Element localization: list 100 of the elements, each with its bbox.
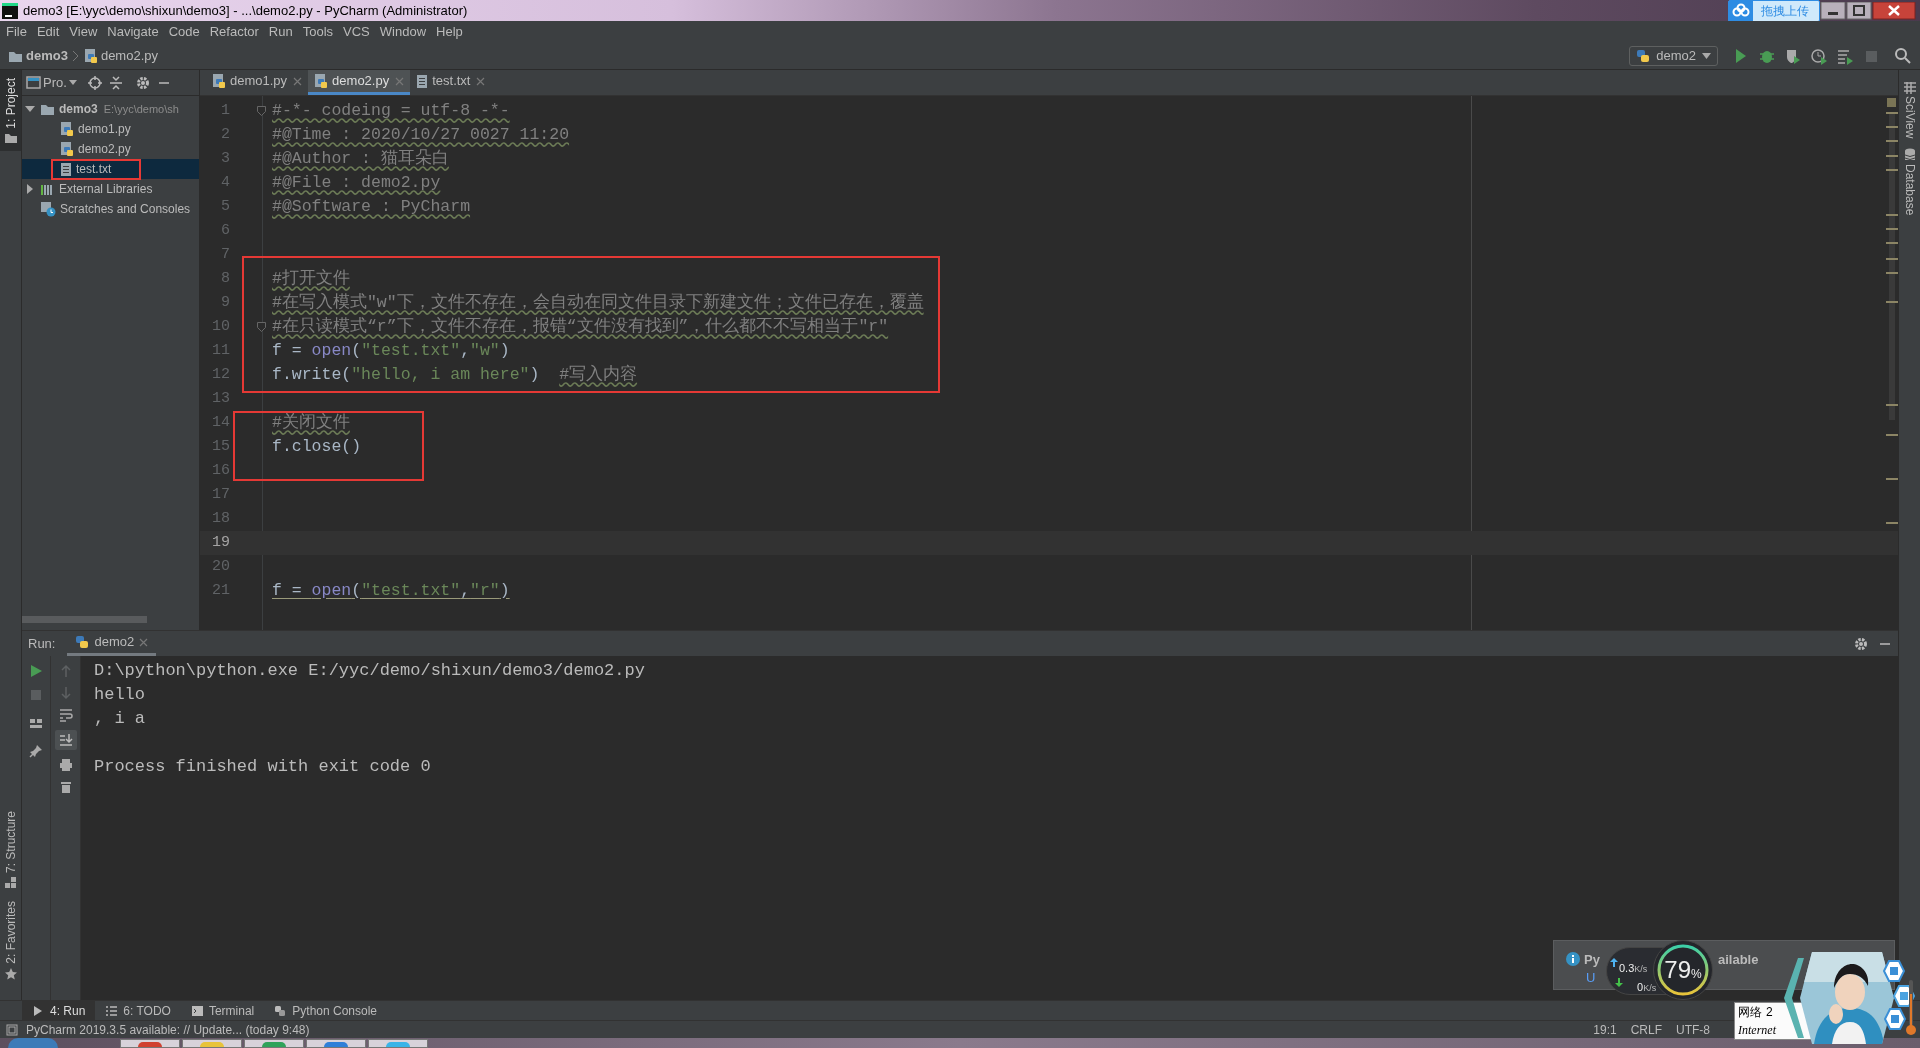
- shield-play-icon[interactable]: [1784, 47, 1802, 65]
- code-line: f = open("test.txt","r"): [272, 579, 510, 602]
- layout-icon[interactable]: [29, 716, 43, 730]
- update-link[interactable]: U: [1586, 968, 1596, 988]
- console-output-line: Process finished with exit code 0: [94, 756, 432, 778]
- speed-unit: K/s: [1634, 964, 1648, 974]
- panel-icon: [26, 76, 41, 89]
- tool-window-tab[interactable]: Python Console: [264, 1001, 388, 1020]
- menu-item[interactable]: Window: [379, 22, 427, 42]
- minimize-icon[interactable]: [1820, 1, 1846, 20]
- menu-item[interactable]: Refactor: [209, 22, 259, 42]
- trash-icon[interactable]: [58, 780, 73, 794]
- upload-speed: 0.3: [1619, 962, 1635, 974]
- tree-item[interactable]: External Libraries: [22, 179, 199, 199]
- fold-marker-icon[interactable]: [257, 322, 266, 332]
- menu-item[interactable]: Code: [168, 22, 200, 42]
- run-label: Run:: [28, 634, 56, 653]
- editor-tab[interactable]: demo1.py: [206, 70, 309, 95]
- tool-window-tab[interactable]: SciView: [1900, 82, 1919, 139]
- run-icon[interactable]: [29, 664, 43, 678]
- breadcrumb-item[interactable]: demo3: [26, 46, 68, 66]
- menu-item[interactable]: View: [69, 22, 98, 42]
- menu-item[interactable]: File: [6, 22, 27, 42]
- line-number: 12: [211, 364, 230, 385]
- status-message[interactable]: PyCharm 2019.3.5 available: // Update... (today 9:48): [26, 1020, 310, 1039]
- crosshair-icon[interactable]: [87, 75, 102, 90]
- soft-wrap-icon[interactable]: [58, 708, 73, 722]
- status-item[interactable]: UTF-8: [1676, 1020, 1710, 1039]
- list-icon: [105, 1004, 119, 1017]
- text-file-icon: [60, 161, 72, 177]
- code-line: #@Time : 2020/10/27 0027 11:20: [272, 123, 570, 146]
- pin-icon[interactable]: [29, 744, 43, 758]
- scrollbar-thumb[interactable]: [22, 615, 147, 623]
- close-icon[interactable]: [1872, 1, 1916, 20]
- scrollbar-thumb[interactable]: [1889, 112, 1895, 420]
- code-line: f.close(): [272, 435, 362, 458]
- line-number: 7: [220, 244, 230, 265]
- grid-icon: [1903, 82, 1916, 94]
- code-line: #在只读模式“r”下，文件不存在，报错“文件没有找到”，什么都不不写相当于"r": [272, 315, 889, 338]
- taskbar-button[interactable]: [306, 1039, 366, 1048]
- menu-item[interactable]: Tools: [302, 22, 334, 42]
- menu-item[interactable]: Help: [436, 22, 463, 42]
- tree-item[interactable]: demo2.py: [22, 139, 199, 159]
- expand-arrow-icon[interactable]: [24, 104, 36, 114]
- tool-window-tab[interactable]: 7: Structure: [0, 805, 21, 896]
- taskbar-button[interactable]: [244, 1039, 304, 1048]
- python-file-icon: [314, 73, 329, 89]
- clock-play-icon[interactable]: [1810, 47, 1828, 65]
- tool-window-tab[interactable]: 4: Run: [22, 1001, 96, 1020]
- status-item[interactable]: CRLF: [1630, 1020, 1662, 1039]
- line-number: 9: [220, 292, 230, 313]
- menu-item[interactable]: VCS: [343, 22, 370, 42]
- breadcrumb-item[interactable]: demo2.py: [100, 46, 158, 66]
- tree-item[interactable]: Scratches and Consoles: [22, 199, 199, 219]
- taskbar-button[interactable]: [182, 1039, 242, 1048]
- run-configuration-dropdown[interactable]: demo2: [1629, 46, 1718, 66]
- fold-marker-icon[interactable]: [257, 106, 266, 116]
- code-line: #打开文件: [272, 267, 350, 290]
- menu-item[interactable]: Run: [268, 22, 293, 42]
- stop-icon[interactable]: [29, 688, 43, 702]
- panel-toggle-icon[interactable]: [6, 1023, 18, 1036]
- tool-window-tab[interactable]: 2: Favorites: [0, 895, 21, 986]
- editor-tab[interactable]: demo2.py: [308, 70, 411, 95]
- tool-window-tab[interactable]: 6: TODO: [95, 1001, 181, 1020]
- console-output-line: D:\python\python.exe E:/yyc/demo/shixun/demo3/demo2.py: [94, 660, 646, 682]
- editor-tab[interactable]: test.txt: [410, 70, 492, 95]
- search-icon[interactable]: [1894, 47, 1912, 65]
- console-output-line: hello: [94, 684, 146, 706]
- settings-icon[interactable]: [135, 75, 150, 90]
- tree-item[interactable]: demo1.py: [22, 119, 199, 139]
- menu-item[interactable]: Edit: [36, 22, 60, 42]
- tool-window-tab[interactable]: Database: [1900, 148, 1919, 216]
- list-play-icon[interactable]: [1836, 47, 1854, 65]
- scroll-to-end-icon[interactable]: [54, 730, 77, 750]
- folder-icon: [40, 102, 55, 116]
- line-number: 13: [211, 388, 230, 409]
- menu-item[interactable]: Navigate: [107, 22, 159, 42]
- start-button[interactable]: [8, 1038, 58, 1048]
- taskbar-button[interactable]: [120, 1039, 180, 1048]
- code-line: #@Author : 猫耳朵白: [272, 147, 449, 170]
- tree-item[interactable]: demo3 E:\yyc\demo\sh: [22, 99, 199, 119]
- print-icon[interactable]: [58, 758, 73, 772]
- status-item[interactable]: 19:1: [1593, 1020, 1617, 1039]
- tool-window-tab[interactable]: Terminal: [180, 1001, 265, 1020]
- maximize-icon[interactable]: [1846, 1, 1872, 20]
- line-number: 5: [220, 196, 230, 217]
- settings-icon[interactable]: [1854, 636, 1868, 651]
- project-view-dropdown[interactable]: Pro.: [26, 72, 77, 93]
- collapse-icon[interactable]: [108, 75, 123, 90]
- tree-item[interactable]: test.txt: [22, 159, 199, 179]
- taskbar-button[interactable]: [368, 1039, 428, 1048]
- down-arrow-icon[interactable]: [58, 686, 73, 700]
- window-title: demo3 [E:\yyc\demo\shixun\demo3] - ...\demo2.py - PyCharm (Administrator): [23, 1, 468, 20]
- code-line: #@File : demo2.py: [272, 171, 441, 194]
- code-line: #关闭文件: [272, 411, 350, 434]
- tooltip-subtitle: Internet: [1738, 1022, 1777, 1039]
- folder-icon: [4, 132, 17, 143]
- tool-window-tab[interactable]: 1: Project: [0, 70, 21, 151]
- line-number: 14: [211, 412, 230, 433]
- upload-button[interactable]: 拖拽上传: [1728, 0, 1820, 22]
